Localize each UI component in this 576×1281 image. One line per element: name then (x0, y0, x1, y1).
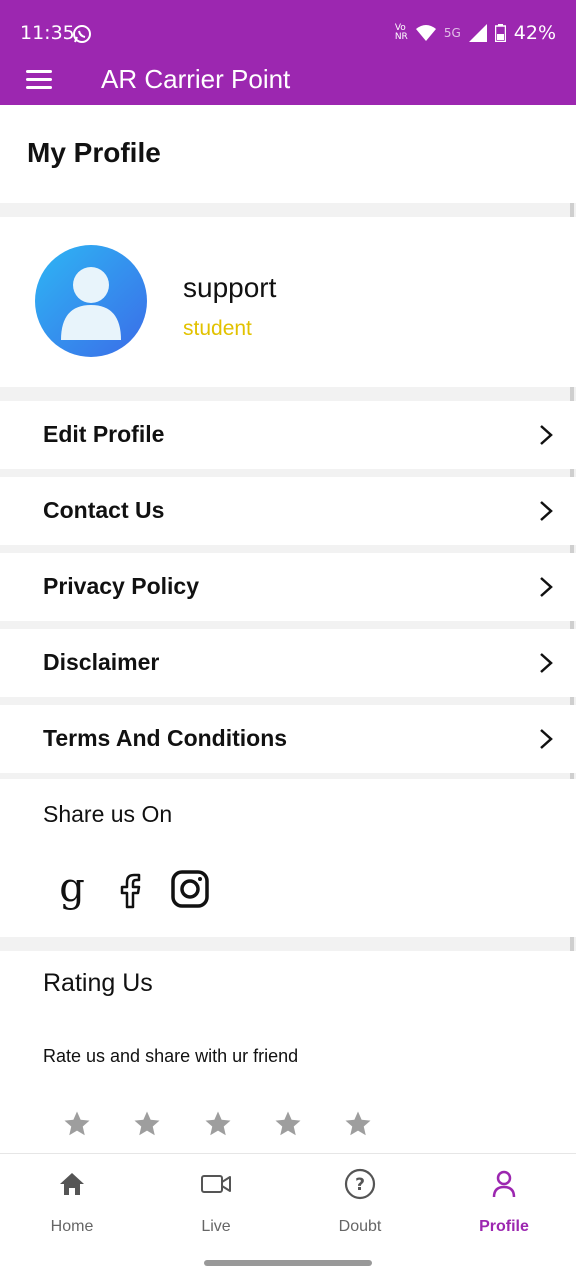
facebook-icon[interactable] (111, 867, 151, 911)
video-icon (201, 1175, 231, 1193)
nav-label: Home (50, 1218, 94, 1235)
svg-text:g: g (59, 867, 85, 911)
hamburger-menu-button[interactable] (26, 68, 54, 96)
instagram-icon[interactable] (170, 867, 210, 911)
status-icons: Vo NR 5G 42% (395, 22, 556, 44)
chevron-right-icon (540, 653, 553, 673)
menu-item-label: Edit Profile (43, 421, 165, 447)
menu-item-edit-profile[interactable]: Edit Profile (0, 401, 576, 469)
star-icon[interactable] (343, 1109, 373, 1139)
menu-item-contact-us[interactable]: Contact Us (0, 477, 576, 545)
menu-item-disclaimer[interactable]: Disclaimer (0, 629, 576, 697)
whatsapp-icon (73, 25, 91, 43)
star-icon[interactable] (273, 1109, 303, 1139)
menu-item-label: Contact Us (43, 497, 165, 523)
menu-item-terms-and-conditions[interactable]: Terms And Conditions (0, 705, 576, 773)
menu-item-label: Terms And Conditions (43, 725, 288, 751)
battery-icon (494, 24, 506, 42)
nav-doubt[interactable]: ? Doubt (288, 1154, 432, 1254)
star-icon[interactable] (203, 1109, 233, 1139)
user-name: support (183, 272, 277, 303)
chevron-right-icon (540, 425, 553, 445)
share-title: Share us On (43, 801, 173, 827)
google-icon[interactable]: g (52, 867, 92, 911)
chevron-right-icon (540, 577, 553, 597)
signal-icon (468, 24, 487, 42)
avatar[interactable] (35, 245, 147, 357)
volte-label: Vo NR (394, 23, 408, 42)
menu-item-privacy-policy[interactable]: Privacy Policy (0, 553, 576, 621)
home-indicator[interactable] (204, 1260, 372, 1266)
share-card: Share us On g (0, 779, 576, 937)
rating-title: Rating Us (43, 969, 153, 997)
nav-label: Profile (479, 1218, 529, 1235)
nav-label: Live (201, 1218, 231, 1235)
rating-card: Rating Us Rate us and share with ur frie… (0, 951, 576, 1161)
wifi-icon (415, 25, 436, 41)
user-avatar-icon (61, 267, 121, 340)
profile-icon (492, 1170, 516, 1198)
user-card: support student (0, 217, 576, 387)
question-icon: ? (344, 1168, 376, 1200)
page-title: My Profile (27, 137, 161, 168)
nav-profile[interactable]: Profile (432, 1154, 576, 1254)
menu-item-label: Disclaimer (43, 649, 160, 675)
star-icon[interactable] (132, 1109, 162, 1139)
signal-type: 5G (443, 26, 461, 40)
star-icon[interactable] (62, 1109, 92, 1139)
nav-home[interactable]: Home (0, 1154, 144, 1254)
nav-live[interactable]: Live (144, 1154, 288, 1254)
nav-label: Doubt (338, 1218, 382, 1235)
chevron-right-icon (540, 729, 553, 749)
status-bar: 11:35 Vo NR 5G 42% (0, 0, 576, 60)
menu-item-label: Privacy Policy (43, 573, 199, 599)
app-title: AR Carrier Point (101, 64, 291, 94)
page-header-card: My Profile (0, 105, 576, 203)
app-bar: AR Carrier Point (0, 60, 576, 105)
rating-subtitle: Rate us and share with ur friend (43, 1046, 299, 1066)
chevron-right-icon (540, 501, 553, 521)
svg-text:?: ? (355, 1175, 365, 1195)
home-icon (60, 1173, 84, 1195)
user-role: student (183, 317, 252, 340)
battery-level: 42% (513, 22, 556, 44)
status-time: 11:35 (20, 22, 75, 44)
